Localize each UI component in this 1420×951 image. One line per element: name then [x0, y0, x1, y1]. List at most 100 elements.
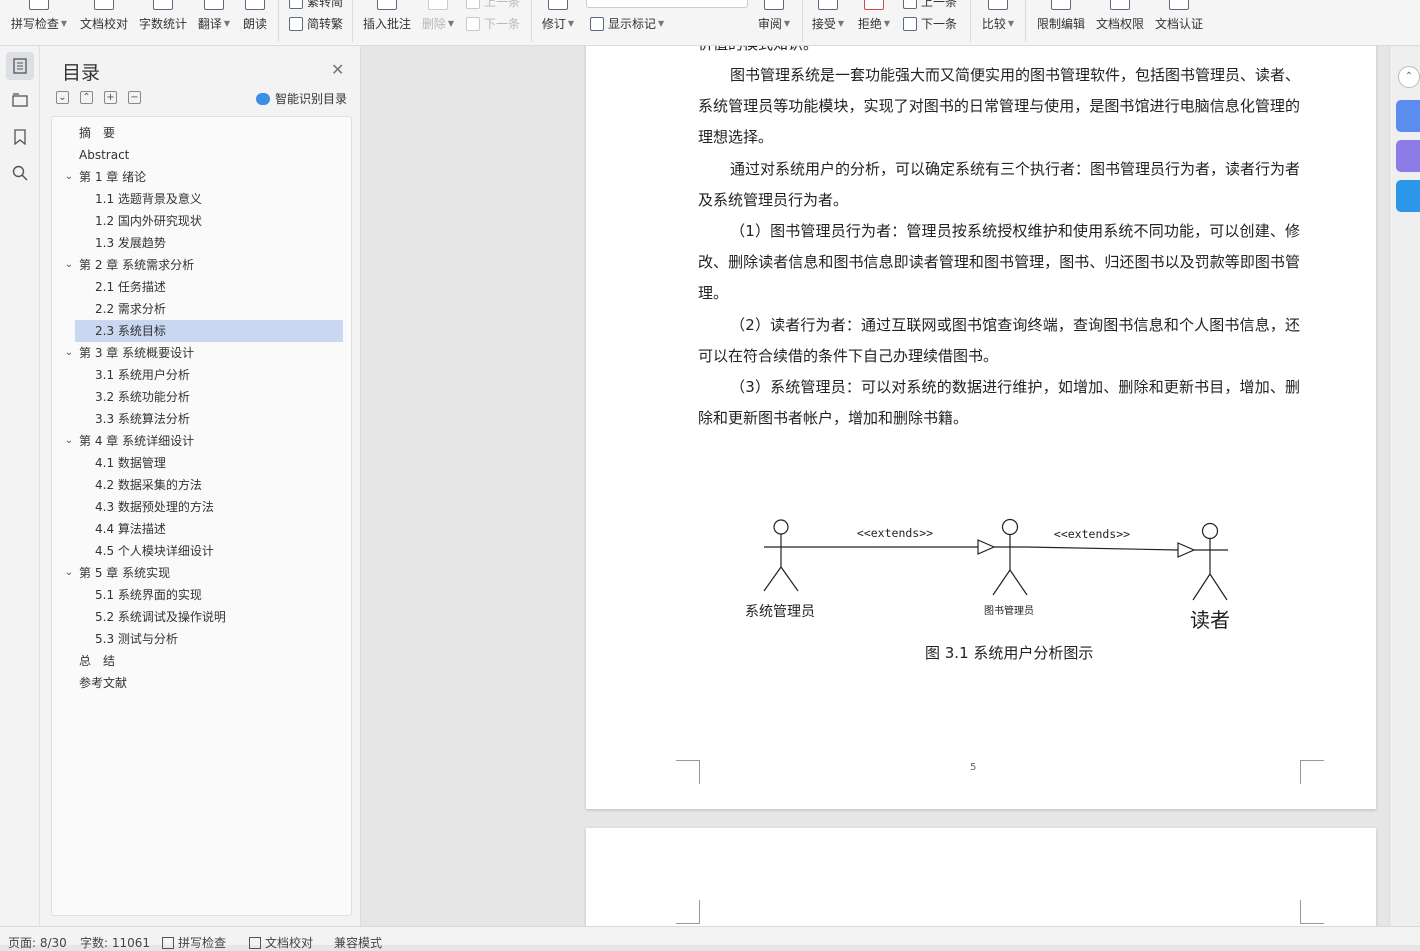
chevron-down-icon[interactable]: ⌄ [63, 166, 75, 188]
doc-cert-button[interactable]: 文档认证 [1153, 0, 1205, 45]
chevron-down-icon[interactable]: ▼ [784, 19, 790, 28]
status-spell-check[interactable]: 拼写检查 [162, 934, 226, 951]
actor-system-admin [763, 519, 799, 592]
prev-icon [466, 0, 480, 9]
close-icon[interactable]: ✕ [331, 60, 344, 79]
insert-comment-button[interactable]: 插入批注 [361, 0, 413, 45]
collapse-all-icon[interactable]: ⌄ [56, 91, 69, 104]
next-change-icon [903, 16, 917, 31]
scroll-top-icon[interactable]: ⌃ [1398, 66, 1420, 88]
word-count-indicator[interactable]: 字数: 11061 [80, 934, 150, 951]
read-aloud-icon [245, 0, 265, 10]
chevron-down-icon[interactable]: ▼ [224, 19, 230, 28]
chevron-down-icon[interactable]: ⌄ [63, 562, 75, 584]
prev-comment-button[interactable]: 上一条 [466, 0, 520, 10]
toc-item[interactable]: Abstract [75, 144, 343, 166]
doc-rights-button[interactable]: 文档权限 [1094, 0, 1146, 45]
toc-item[interactable]: 3.1 系统用户分析 [75, 364, 343, 386]
toc-item[interactable]: 5.3 测试与分析 [75, 628, 343, 650]
toc-item[interactable]: 2.2 需求分析 [75, 298, 343, 320]
toc-item[interactable]: 1.3 发展趋势 [75, 232, 343, 254]
toc-panel-icon[interactable] [6, 52, 34, 80]
right-side-bar: ⌃ [1389, 46, 1420, 926]
toc-item[interactable]: ⌄ 第 2 章 系统需求分析 [65, 254, 343, 276]
read-aloud-button[interactable]: 朗读 [240, 0, 270, 45]
partial-paragraph: 价值的模式知识。 [698, 46, 1300, 54]
use-case-diagram: 系统管理员 <<extends>> 图书管理员 <<extends>> 读者 [745, 518, 1230, 632]
simp-to-trad-button[interactable]: 简转繁 [289, 15, 343, 32]
checkbox-icon [162, 936, 174, 949]
delete-comment-button[interactable]: 删除 ▼ [420, 0, 456, 45]
toc-item[interactable]: 2.1 任务描述 [75, 276, 343, 298]
outline-icon[interactable] [6, 86, 34, 114]
markup-view-select[interactable] [586, 0, 748, 8]
doc-search-icon[interactable] [1396, 140, 1420, 172]
remove-heading-icon[interactable]: − [128, 91, 141, 104]
toc-item-label: 4.3 数据预处理的方法 [95, 500, 214, 514]
page-indicator[interactable]: 页面: 8/30 [8, 934, 67, 951]
accept-button[interactable]: 接受 ▼ [810, 0, 846, 45]
next-change-button[interactable]: 下一条 [903, 15, 957, 32]
chevron-down-icon[interactable]: ▼ [838, 19, 844, 28]
next-comment-button[interactable]: 下一条 [466, 15, 520, 32]
toc-item-label: 第 2 章 系统需求分析 [79, 258, 195, 272]
toc-item[interactable]: ⌄ 第 1 章 绪论 [65, 166, 343, 188]
add-heading-icon[interactable]: + [104, 91, 117, 104]
separator [531, 0, 532, 42]
toc-item[interactable]: 5.1 系统界面的实现 [75, 584, 343, 606]
doc-translate-icon[interactable] [1396, 180, 1420, 212]
chevron-down-icon[interactable]: ▼ [658, 19, 664, 28]
toc-item[interactable]: 5.2 系统调试及操作说明 [75, 606, 343, 628]
translate-button[interactable]: 翻译 ▼ [196, 0, 232, 45]
chevron-down-icon[interactable]: ⌄ [63, 254, 75, 276]
toc-item[interactable]: ⌄ 第 3 章 系统概要设计 [65, 342, 343, 364]
toc-item[interactable]: 4.3 数据预处理的方法 [75, 496, 343, 518]
toc-item[interactable]: 总 结 [75, 650, 343, 672]
revise-button[interactable]: 修订 ▼ [540, 0, 576, 45]
toc-item[interactable]: 4.1 数据管理 [75, 452, 343, 474]
chevron-down-icon[interactable]: ⌄ [63, 342, 75, 364]
word-count-button[interactable]: 字数统计 [137, 0, 189, 45]
smart-toc-button[interactable]: 智能识别目录 [256, 90, 347, 107]
extends-label: <<extends>> [857, 526, 933, 540]
toc-item-label: 第 5 章 系统实现 [79, 566, 171, 580]
toc-item[interactable]: 4.2 数据采集的方法 [75, 474, 343, 496]
trad-to-simp-button[interactable]: 繁转简 [289, 0, 343, 10]
status-bar: 页面: 8/30 字数: 11061 拼写检查 文档校对 兼容模式 [0, 926, 1420, 950]
toc-item[interactable]: 4.4 算法描述 [75, 518, 343, 540]
chevron-down-icon[interactable]: ▼ [448, 19, 454, 28]
extends-line [1025, 546, 1179, 551]
reject-button[interactable]: 拒绝 ▼ [856, 0, 892, 45]
toc-item[interactable]: 3.2 系统功能分析 [75, 386, 343, 408]
compare-button[interactable]: 比较 ▼ [980, 0, 1016, 45]
bookmark-icon[interactable] [6, 123, 34, 151]
toc-item[interactable]: 1.2 国内外研究现状 [75, 210, 343, 232]
chevron-down-icon[interactable]: ▼ [568, 19, 574, 28]
toc-item[interactable]: 2.3 系统目标 [75, 320, 343, 342]
toc-item[interactable]: 1.1 选题背景及意义 [75, 188, 343, 210]
expand-level-icon[interactable]: ⌃ [80, 91, 93, 104]
chevron-down-icon[interactable]: ▼ [61, 19, 67, 28]
toc-item[interactable]: 摘 要 [75, 122, 343, 144]
toc-item[interactable]: 4.5 个人模块详细设计 [75, 540, 343, 562]
toc-item[interactable]: 参考文献 [75, 672, 343, 694]
doc-tool-icon[interactable] [1396, 100, 1420, 132]
search-icon[interactable] [6, 159, 34, 187]
review-button[interactable]: 审阅 ▼ [756, 0, 792, 45]
chevron-down-icon[interactable]: ▼ [1008, 19, 1014, 28]
chevron-down-icon[interactable]: ⌄ [63, 430, 75, 452]
document-page: 价值的模式知识。 图书管理系统是一套功能强大而又简便实用的图书管理软件，包括图书… [586, 46, 1376, 809]
toc-item[interactable]: ⌄ 第 5 章 系统实现 [65, 562, 343, 584]
simp-to-trad-icon [289, 16, 303, 31]
spell-check-button[interactable]: 拼写检查 ▼ [10, 0, 68, 45]
compat-mode-label: 兼容模式 [334, 936, 383, 950]
chevron-down-icon[interactable]: ▼ [884, 19, 890, 28]
show-markup-button[interactable]: 显示标记 ▼ [590, 15, 664, 32]
prev-change-button[interactable]: 上一条 [903, 0, 957, 10]
restrict-edit-button[interactable]: 限制编辑 [1034, 0, 1088, 45]
toc-item[interactable]: 3.3 系统算法分析 [75, 408, 343, 430]
separator [278, 0, 279, 42]
status-doc-proof[interactable]: 文档校对 [249, 934, 313, 951]
doc-proof-button[interactable]: 文档校对 [78, 0, 130, 45]
toc-item[interactable]: ⌄ 第 4 章 系统详细设计 [65, 430, 343, 452]
